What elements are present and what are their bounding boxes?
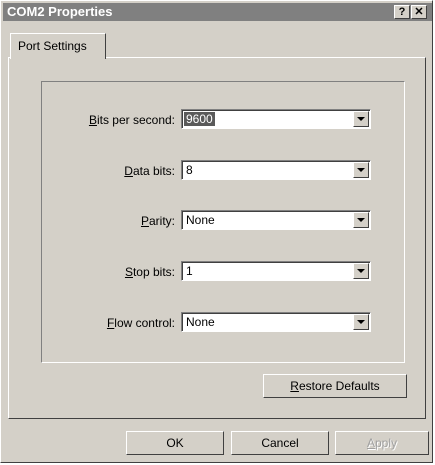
flow-control-label: Flow control: [106,316,175,330]
data-bits-value: 8 [186,163,193,177]
ok-button[interactable]: OK [126,431,224,455]
tab-label: Port Settings [18,39,87,53]
help-icon[interactable]: ? [394,5,410,19]
parity-select[interactable]: None [181,210,371,230]
chevron-down-icon[interactable] [353,263,369,279]
parity-label: Parity: [140,214,175,228]
data-bits-select[interactable]: 8 [181,160,371,180]
parity-value: None [186,213,215,227]
title-bar[interactable]: COM2 Properties ? ✕ [3,3,432,21]
chevron-down-icon[interactable] [353,162,369,178]
flow-control-select[interactable]: None [181,312,371,332]
flow-control-value: None [186,315,215,329]
chevron-down-icon[interactable] [353,111,369,127]
close-icon[interactable]: ✕ [411,5,427,19]
stop-bits-select[interactable]: 1 [181,261,371,281]
bits-per-second-select[interactable]: 9600 [181,109,371,129]
data-bits-label: Data bits: [124,164,175,178]
window-title: COM2 Properties [7,4,113,19]
apply-button[interactable]: Apply [335,431,429,455]
chevron-down-icon[interactable] [353,212,369,228]
tab-port-settings[interactable]: Port Settings [10,33,106,59]
restore-defaults-button[interactable]: Restore Defaults [263,374,407,398]
bits-per-second-label: Bits per second: [88,113,175,127]
stop-bits-label: Stop bits: [124,265,175,279]
com2-properties-dialog: COM2 Properties ? ✕ Port Settings Bits p… [0,0,433,463]
chevron-down-icon[interactable] [353,314,369,330]
bits-per-second-value: 9600 [184,112,215,126]
stop-bits-value: 1 [186,264,193,278]
cancel-button[interactable]: Cancel [231,431,329,455]
